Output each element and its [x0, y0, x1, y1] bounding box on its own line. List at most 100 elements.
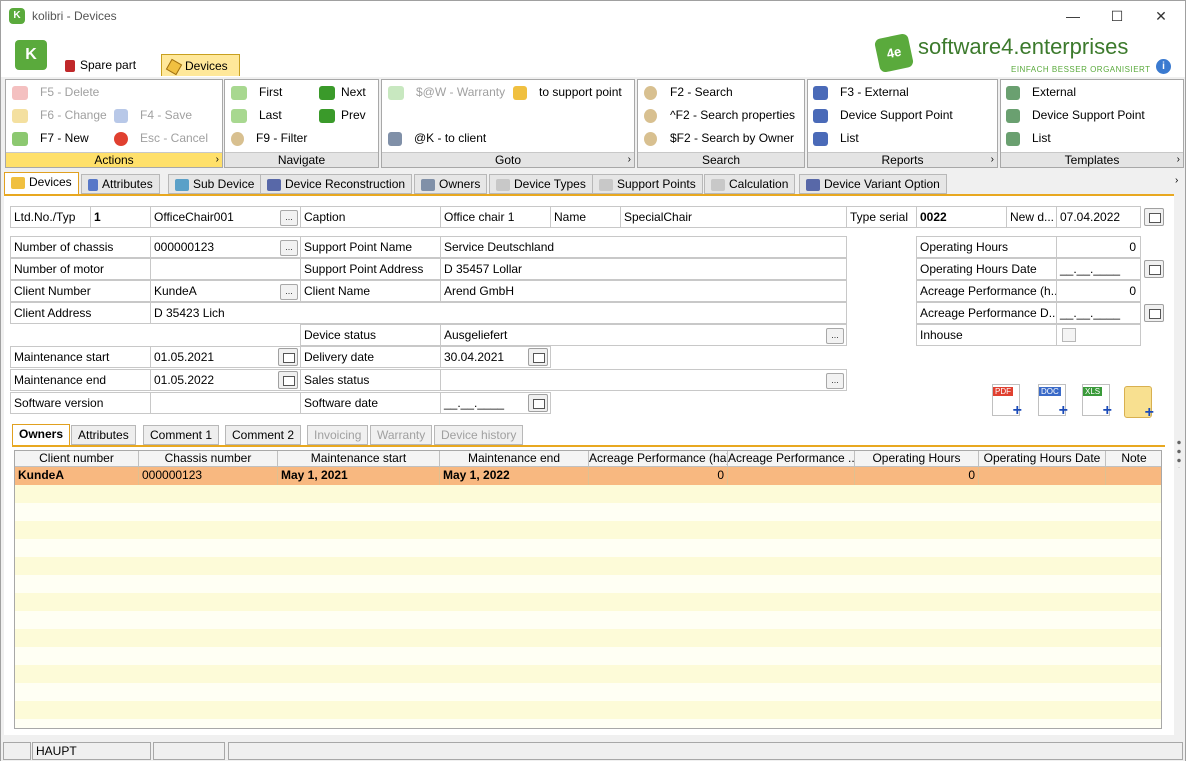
column-header[interactable]: Client number — [15, 451, 139, 467]
sp-addr-field[interactable]: D 35457 Lollar — [440, 258, 847, 280]
search-button[interactable]: F2 - Search — [644, 85, 733, 100]
filter-button[interactable]: F9 - Filter — [231, 131, 307, 146]
next-button[interactable]: Next — [319, 85, 366, 100]
client-no-field[interactable]: KundeA — [150, 280, 301, 302]
chassis-lookup-button[interactable]: ... — [280, 240, 298, 256]
template-external-button[interactable]: External — [1006, 85, 1076, 100]
to-support-point-button[interactable]: to support point — [513, 85, 622, 100]
search-by-owner-button[interactable]: $F2 - Search by Owner — [644, 131, 794, 146]
ribbon-tab-devices[interactable]: Devices — [161, 54, 240, 76]
column-header[interactable]: Acreage Performance ... — [728, 451, 855, 467]
prev-button[interactable]: Prev — [319, 108, 366, 123]
template-list-button[interactable]: List — [1006, 131, 1051, 146]
group-expand-icon[interactable]: › — [991, 154, 994, 165]
sales-lookup-button[interactable]: ... — [826, 373, 844, 389]
export-xls-icon[interactable]: XLS + — [1082, 384, 1112, 419]
calendar-icon[interactable] — [278, 371, 298, 389]
search-properties-button[interactable]: ^F2 - Search properties — [644, 108, 795, 123]
delete-button[interactable]: F5 - Delete — [12, 85, 99, 100]
report-external-button[interactable]: F3 - External — [813, 85, 909, 100]
new-button[interactable]: F7 - New — [12, 131, 89, 146]
subtab-attributes[interactable]: Attributes — [71, 425, 136, 445]
maximize-button[interactable]: ☐ — [1095, 1, 1139, 31]
calendar-icon[interactable] — [528, 348, 548, 366]
subtab-owners[interactable]: Owners — [12, 424, 71, 446]
motor-field[interactable] — [150, 258, 301, 280]
calendar-icon[interactable] — [278, 348, 298, 366]
tab-attributes[interactable]: Attributes — [81, 174, 160, 194]
warranty-button[interactable]: $@W - Warranty — [388, 85, 505, 100]
cancel-button[interactable]: Esc - Cancel — [114, 131, 208, 146]
first-button[interactable]: First — [231, 85, 282, 100]
calendar-icon[interactable] — [1144, 208, 1164, 226]
client-addr-field[interactable]: D 35423 Lich — [150, 302, 847, 324]
sw-version-field[interactable] — [150, 392, 301, 414]
xls-label: XLS — [1083, 387, 1103, 396]
calendar-icon[interactable] — [528, 394, 548, 412]
new-d-field[interactable]: 07.04.2022 — [1056, 206, 1141, 228]
column-header[interactable]: Acreage Performance (ha) — [589, 451, 728, 467]
tab-device-types[interactable]: Device Types — [489, 174, 593, 194]
name-field[interactable]: SpecialChair — [620, 206, 847, 228]
tab-device-variant-option[interactable]: Device Variant Option — [799, 174, 947, 194]
tab-sub-device[interactable]: Sub Device — [168, 174, 262, 194]
tab-devices[interactable]: Devices — [4, 172, 79, 195]
expand-arrow-icon[interactable]: › — [1175, 175, 1178, 186]
info-icon[interactable]: i — [1156, 59, 1171, 74]
group-expand-icon[interactable]: › — [1177, 154, 1180, 165]
op-hours-field[interactable]: 0 — [1056, 236, 1141, 258]
acreage-d-field[interactable]: __.__.____ — [1056, 302, 1141, 324]
owners-grid[interactable]: Client number Chassis number Maintenance… — [14, 450, 1162, 729]
column-header[interactable]: Operating Hours Date — [979, 451, 1106, 467]
subtab-warranty[interactable]: Warranty — [370, 425, 433, 445]
tab-support-points[interactable]: Support Points — [592, 174, 703, 194]
minimize-button[interactable]: — — [1051, 1, 1095, 31]
sales-field[interactable] — [440, 369, 847, 391]
tab-owners[interactable]: Owners — [414, 174, 488, 194]
group-expand-icon[interactable]: › — [628, 154, 631, 165]
to-client-button[interactable]: @K - to client — [388, 131, 486, 146]
column-header[interactable]: Chassis number — [139, 451, 278, 467]
tab-calculation[interactable]: Calculation — [704, 174, 796, 194]
add-folder-icon[interactable]: + — [1124, 386, 1154, 421]
report-dsp-button[interactable]: Device Support Point — [813, 108, 953, 123]
export-pdf-icon[interactable]: PDF + — [992, 384, 1022, 419]
sp-name-field[interactable]: Service Deutschland — [440, 236, 847, 258]
inhouse-checkbox[interactable] — [1062, 328, 1076, 342]
column-header[interactable]: Operating Hours — [855, 451, 979, 467]
group-expand-icon[interactable]: › — [216, 154, 219, 165]
table-row[interactable]: KundeA 000000123 May 1, 2021 May 1, 2022… — [15, 467, 1161, 485]
chassis-field[interactable]: 000000123 — [150, 236, 301, 258]
subtab-invoicing[interactable]: Invoicing — [307, 425, 369, 445]
client-lookup-button[interactable]: ... — [280, 284, 298, 300]
op-hours-date-field[interactable]: __.__.____ — [1056, 258, 1141, 280]
calendar-icon[interactable] — [1144, 260, 1164, 278]
ltd-no-field[interactable]: 1 — [90, 206, 151, 228]
ribbon-tab-spare-part[interactable]: Spare part — [59, 54, 142, 76]
typ-field[interactable]: OfficeChair001 — [150, 206, 301, 228]
client-name-field[interactable]: Arend GmbH — [440, 280, 847, 302]
subtab-device-history[interactable]: Device history — [434, 425, 524, 445]
report-list-button[interactable]: List — [813, 131, 859, 146]
column-header[interactable]: Note — [1106, 451, 1161, 467]
splitter-handle[interactable] — [1177, 438, 1181, 468]
export-doc-icon[interactable]: DOC + — [1038, 384, 1068, 419]
acreage-field[interactable]: 0 — [1056, 280, 1141, 302]
type-serial-field[interactable]: 0022 — [916, 206, 1007, 228]
last-button[interactable]: Last — [231, 108, 282, 123]
template-dsp-button[interactable]: Device Support Point — [1006, 108, 1145, 123]
subtab-comment-2[interactable]: Comment 2 — [225, 425, 302, 445]
subtab-comment-1[interactable]: Comment 1 — [143, 425, 220, 445]
status-field[interactable]: Ausgeliefert — [440, 324, 847, 346]
save-button[interactable]: F4 - Save — [114, 108, 192, 123]
status-lookup-button[interactable]: ... — [826, 328, 844, 344]
column-header[interactable]: Maintenance start — [278, 451, 440, 467]
calendar-icon[interactable] — [1144, 304, 1164, 322]
change-button[interactable]: F6 - Change — [12, 108, 107, 123]
tab-device-reconstruction[interactable]: Device Reconstruction — [260, 174, 413, 194]
typ-lookup-button[interactable]: ... — [280, 210, 298, 226]
app-menu-icon[interactable]: K — [15, 40, 47, 70]
column-header[interactable]: Maintenance end — [440, 451, 589, 467]
caption-field[interactable]: Office chair 1 — [440, 206, 551, 228]
close-button[interactable]: ✕ — [1139, 1, 1183, 31]
